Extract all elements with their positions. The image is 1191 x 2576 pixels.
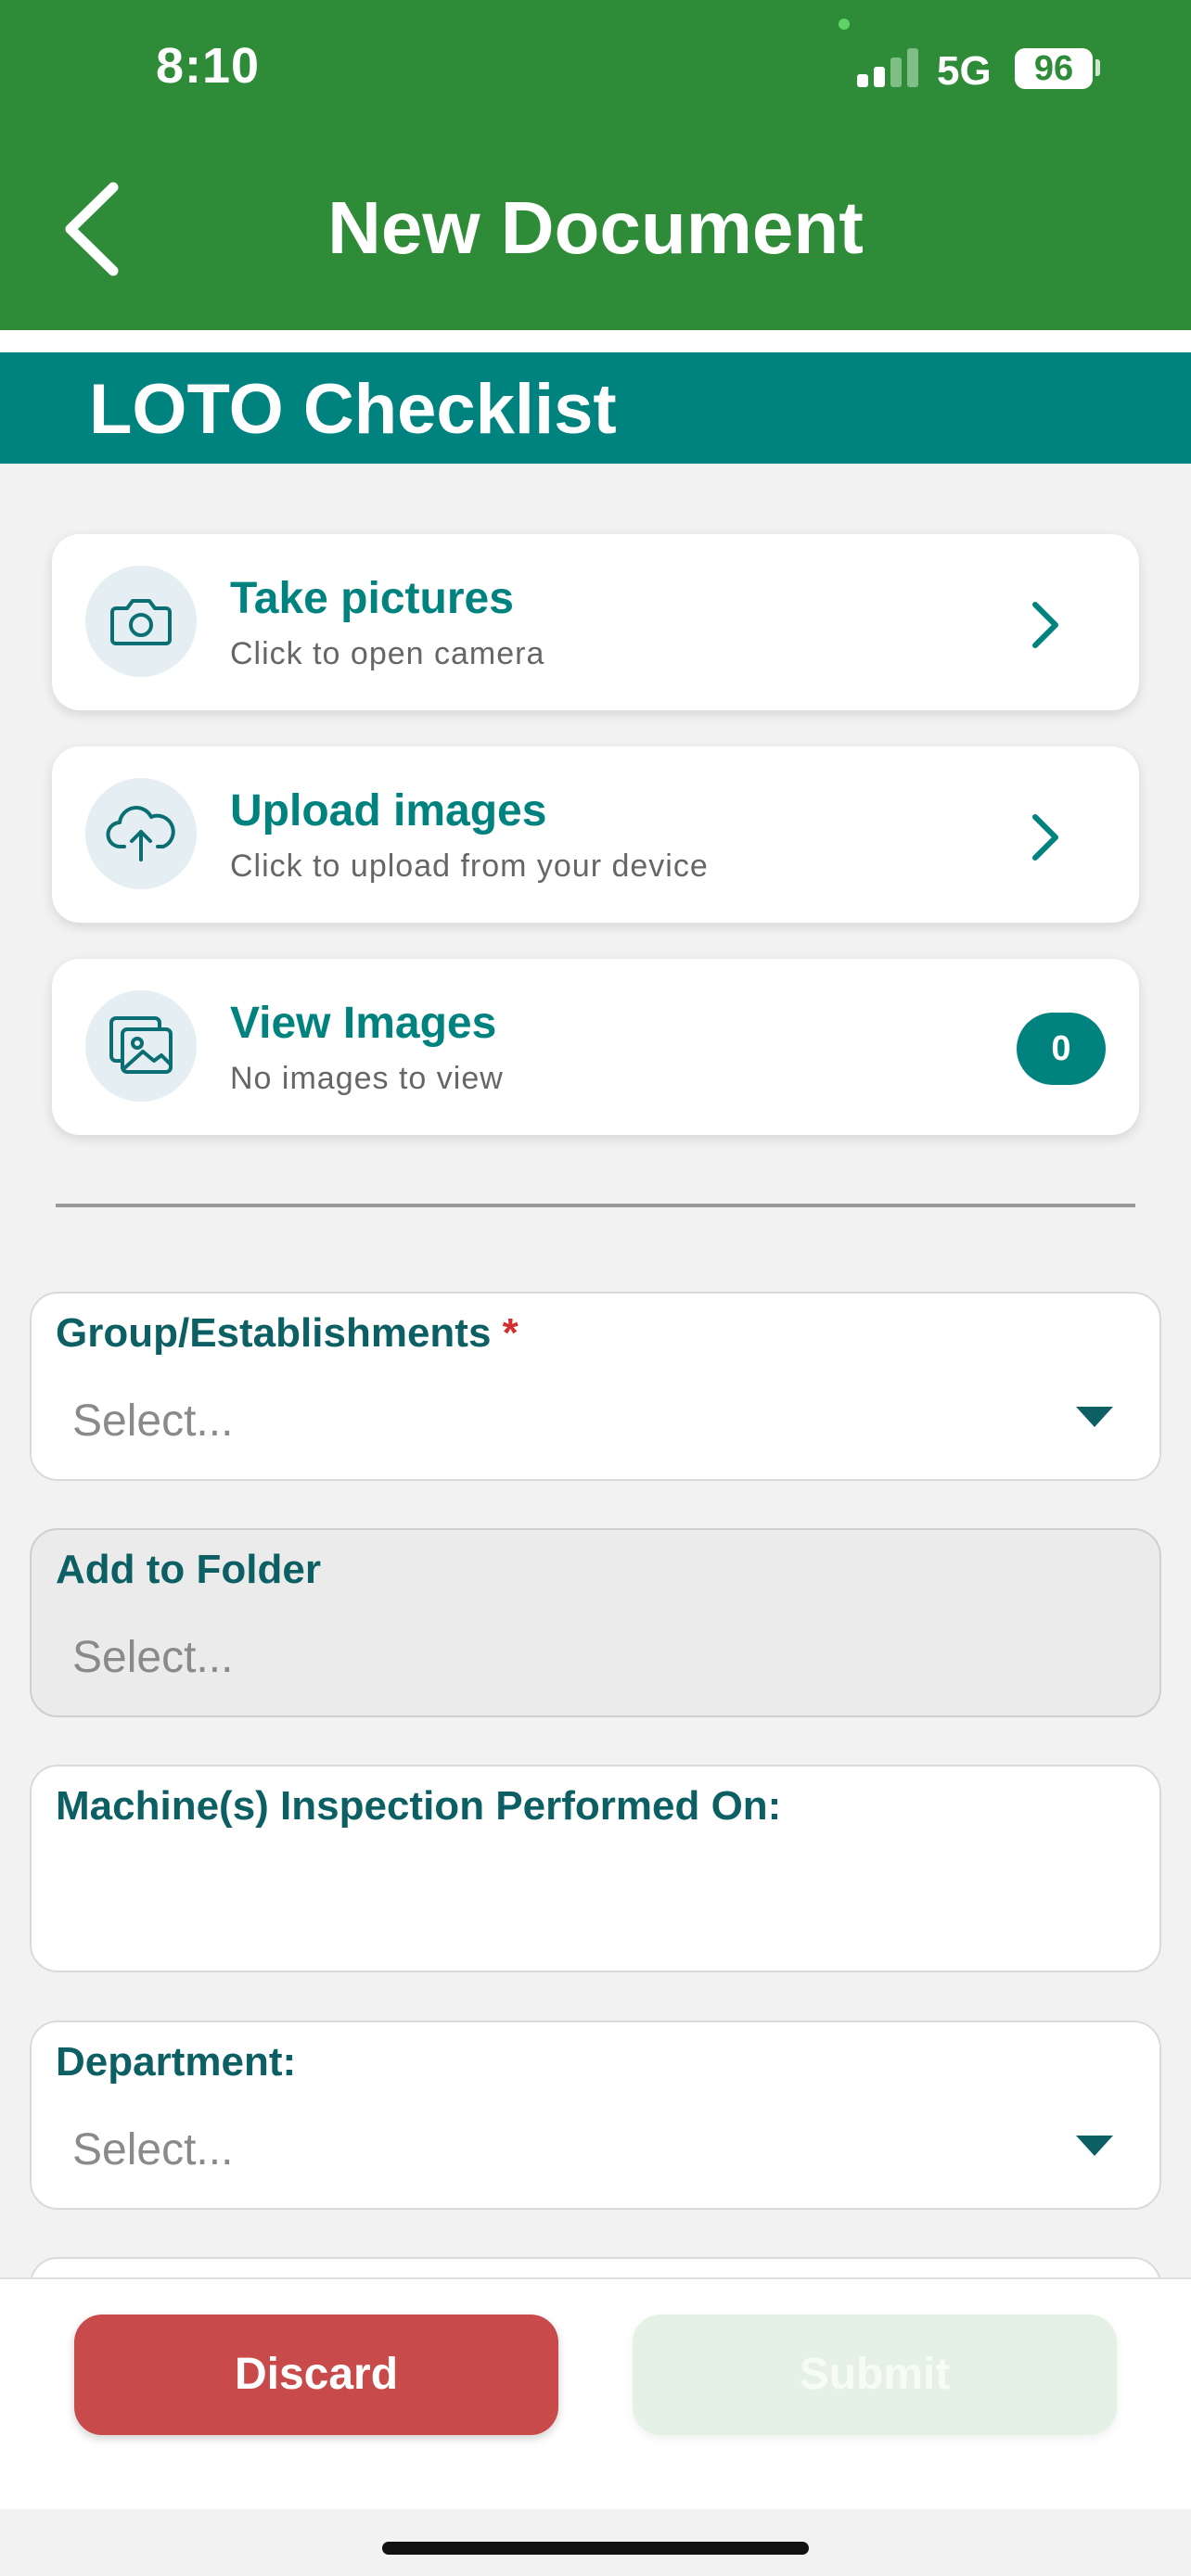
page-title: New Document	[327, 186, 864, 269]
camera-icon	[110, 599, 172, 645]
group-establishments-label: Group/Establishments *	[56, 1310, 519, 1357]
new-document-screen: 8:10 5G 96 New Document LOTO Checklist T…	[0, 0, 1191, 2576]
group-establishments-label-text: Group/Establishments	[56, 1310, 492, 1356]
battery-tip	[1095, 59, 1100, 76]
section-title: LOTO Checklist	[89, 370, 617, 449]
department-select[interactable]: Select...	[72, 2124, 233, 2175]
dropdown-caret-icon	[1076, 1407, 1113, 1427]
cellular-signal-icon	[857, 48, 918, 87]
section-divider	[56, 1204, 1135, 1207]
upload-images-card[interactable]: Upload images Click to upload from your …	[52, 746, 1139, 923]
group-establishments-field[interactable]: Group/Establishments * Select...	[30, 1292, 1161, 1481]
cloud-upload-icon	[106, 806, 175, 861]
chevron-right-icon	[1032, 602, 1058, 648]
take-pictures-subtitle: Click to open camera	[230, 636, 545, 671]
required-asterisk: *	[502, 1310, 519, 1356]
upload-images-title: Upload images	[230, 786, 547, 835]
gallery-icon-circle	[85, 990, 197, 1102]
image-count-badge: 0	[1017, 1013, 1106, 1085]
add-to-folder-field[interactable]: Add to Folder Select...	[30, 1528, 1161, 1717]
upload-icon-circle	[85, 778, 197, 889]
submit-button[interactable]: Submit	[633, 2315, 1117, 2435]
take-pictures-title: Take pictures	[230, 574, 514, 623]
header-separator	[0, 330, 1191, 352]
network-type: 5G	[937, 48, 992, 94]
take-pictures-card[interactable]: Take pictures Click to open camera	[52, 534, 1139, 710]
view-images-title: View Images	[230, 999, 497, 1048]
department-field[interactable]: Department: Select...	[30, 2021, 1161, 2210]
view-images-subtitle: No images to view	[230, 1061, 504, 1096]
add-to-folder-select[interactable]: Select...	[72, 1632, 233, 1683]
bottom-action-bar: Discard Submit	[0, 2277, 1191, 2509]
upload-images-subtitle: Click to upload from your device	[230, 848, 709, 884]
machine-inspection-label: Machine(s) Inspection Performed On:	[56, 1783, 782, 1829]
chevron-right-icon	[1032, 814, 1058, 861]
image-gallery-icon	[109, 1016, 173, 1074]
camera-icon-circle	[85, 566, 197, 677]
home-indicator[interactable]	[382, 2542, 809, 2555]
battery-level: 96	[1015, 48, 1093, 89]
discard-button[interactable]: Discard	[74, 2315, 558, 2435]
view-images-card[interactable]: View Images No images to view 0	[52, 959, 1139, 1135]
dropdown-caret-icon	[1076, 2136, 1113, 2156]
status-time: 8:10	[156, 38, 261, 94]
department-label: Department:	[56, 2039, 297, 2085]
privacy-indicator-dot	[839, 19, 850, 30]
add-to-folder-label: Add to Folder	[56, 1547, 321, 1592]
app-header: 8:10 5G 96 New Document	[0, 0, 1191, 330]
section-banner: LOTO Checklist	[0, 352, 1191, 464]
machine-inspection-field[interactable]: Machine(s) Inspection Performed On:	[30, 1765, 1161, 1972]
group-establishments-select[interactable]: Select...	[72, 1396, 233, 1447]
